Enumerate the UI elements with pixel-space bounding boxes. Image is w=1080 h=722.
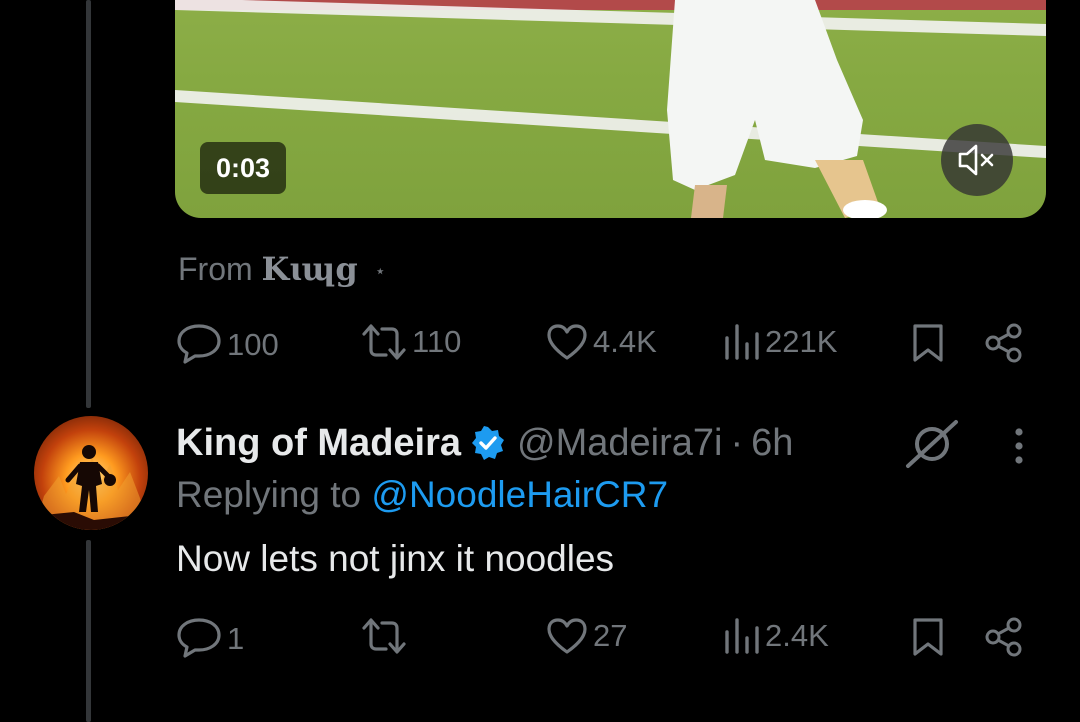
views-count: 221K — [765, 324, 838, 359]
thread-line-top — [86, 0, 91, 408]
bookmark-icon — [913, 324, 943, 362]
mute-button[interactable] — [941, 124, 1013, 196]
reply-count: 1 — [227, 621, 245, 656]
repost-button[interactable]: 110 — [360, 322, 461, 362]
share-button[interactable] — [983, 616, 1025, 658]
bookmark-button[interactable] — [911, 616, 945, 658]
avatar-image — [34, 445, 148, 530]
thread-line-bottom — [86, 540, 91, 722]
bookmark-icon — [913, 618, 943, 656]
verified-badge-icon — [472, 426, 505, 460]
share-button[interactable] — [983, 322, 1025, 364]
repost-button[interactable] — [360, 616, 412, 656]
like-button[interactable]: 4.4K — [545, 322, 657, 362]
like-count: 27 — [593, 618, 628, 653]
parent-action-bar: 100 110 4.4K 221K — [175, 322, 1045, 368]
timestamp[interactable]: 6h — [751, 422, 793, 465]
separator-dot: · — [730, 421, 744, 464]
reply-bubble-icon — [177, 324, 221, 364]
reply-tweet[interactable]: King of Madeira @Madeira7i · 6h Replying… — [176, 416, 1046, 580]
source-prefix: From — [178, 251, 253, 287]
source-brand: Kɩɰg — [261, 250, 358, 288]
source-attribution[interactable]: From Kɩɰg ⋆ — [178, 250, 386, 288]
bookmark-button[interactable] — [911, 322, 945, 364]
views-button[interactable]: 2.4K — [721, 616, 829, 656]
reply-count: 100 — [227, 327, 279, 362]
grok-icon[interactable] — [904, 416, 960, 472]
reply-button[interactable]: 100 — [175, 322, 279, 368]
views-bar-chart-icon — [725, 324, 759, 360]
like-button[interactable]: 27 — [545, 616, 627, 656]
replying-to-mention[interactable]: @NoodleHairCR7 — [371, 474, 668, 515]
replying-to-prefix: Replying to — [176, 474, 362, 515]
tweet-text: Now lets not jinx it noodles — [176, 538, 615, 579]
video-player[interactable]: 0:03 — [175, 0, 1046, 218]
repost-icon — [362, 324, 406, 360]
views-bar-chart-icon — [725, 618, 759, 654]
replying-to-line: Replying to @NoodleHairCR7 — [176, 474, 1046, 522]
views-button[interactable]: 221K — [721, 322, 837, 362]
views-count: 2.4K — [765, 618, 829, 653]
display-name[interactable]: King of Madeira — [176, 422, 461, 465]
repost-count: 110 — [412, 324, 462, 359]
repost-icon — [362, 618, 406, 654]
avatar[interactable] — [34, 416, 148, 530]
speaker-muted-icon — [958, 144, 994, 176]
reply-bubble-icon — [177, 618, 221, 658]
video-frame — [175, 0, 1046, 218]
more-options-icon[interactable] — [1012, 426, 1026, 466]
heart-icon — [547, 324, 587, 360]
source-star: ⋆ — [374, 261, 386, 282]
reply-button[interactable]: 1 — [175, 616, 244, 662]
like-count: 4.4K — [593, 324, 657, 359]
video-duration: 0:03 — [200, 142, 287, 194]
share-icon — [985, 617, 1022, 657]
share-icon — [985, 323, 1022, 363]
user-handle[interactable]: @Madeira7i — [517, 422, 722, 465]
heart-icon — [547, 618, 587, 654]
reply-action-bar: 1 27 2.4K — [175, 616, 1045, 662]
